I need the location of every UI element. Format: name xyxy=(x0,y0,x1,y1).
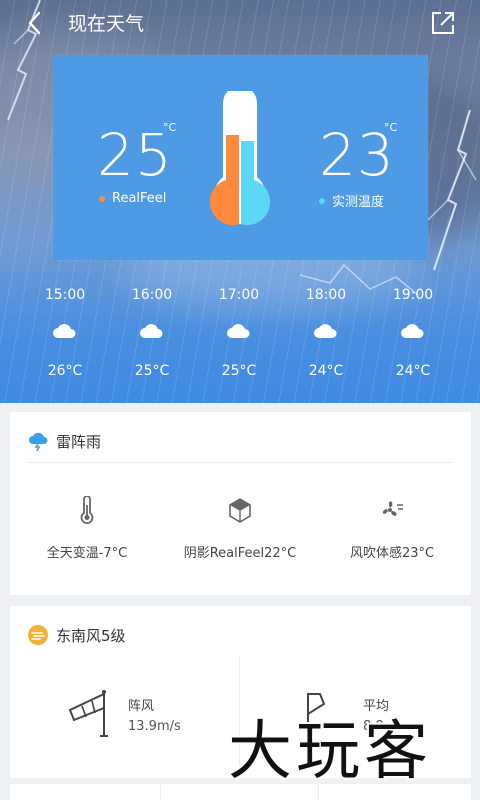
condition-card: 雷阵雨 全天变温-7°C 阴影RealFeel22°C 风吹体感23°C xyxy=(10,412,471,595)
external-share-icon[interactable] xyxy=(430,10,456,36)
thermometer-icon xyxy=(80,495,94,524)
wind-title: 东南风5级 xyxy=(56,626,126,645)
stat-temp-change: 全天变温-7°C xyxy=(12,495,162,561)
hour-time: 17:00 xyxy=(218,287,260,303)
stat-wind-chill: 风吹体感23°C xyxy=(317,496,467,561)
wind-header: 东南风5级 xyxy=(28,624,126,646)
condition-header: 雷阵雨 xyxy=(28,430,101,452)
fan-icon xyxy=(382,501,403,516)
stat-label: 风吹体感23°C xyxy=(349,546,435,561)
hourly-item: 15:00 26°C xyxy=(25,285,105,379)
realfeel-unit: °C xyxy=(163,121,177,134)
hourly-forecast: 15:00 26°C 16:00 25°C 17:00 25°C 18:00 2… xyxy=(0,285,480,385)
hourly-item: 18:00 24°C xyxy=(286,285,366,379)
gust-value: 13.9m/s xyxy=(128,719,181,734)
thunderstorm-icon xyxy=(29,432,48,451)
realfeel-label: RealFeel xyxy=(112,191,167,206)
actual-dot xyxy=(319,197,325,204)
realfeel-dot xyxy=(99,195,105,202)
chevron-left-icon[interactable] xyxy=(20,8,50,38)
wind-icon xyxy=(28,625,48,645)
actual-unit: °C xyxy=(384,121,398,134)
realfeel-temperature: 25 xyxy=(97,121,173,189)
stat-label: 阴影RealFeel22°C xyxy=(183,546,297,561)
hour-temp: 24°C xyxy=(308,363,344,379)
page-title: 现在天气 xyxy=(68,13,145,35)
hourly-item: 17:00 25°C xyxy=(199,285,279,379)
hour-temp: 25°C xyxy=(134,363,170,379)
temperature-card: 25 °C RealFeel 23 °C 实测温度 xyxy=(53,55,428,260)
divider xyxy=(28,462,453,463)
gust-label: 阵风 xyxy=(128,699,155,714)
hourly-item: 16:00 25°C xyxy=(112,285,192,379)
cloud-icon xyxy=(314,324,337,338)
top-bar: 现在天气 xyxy=(0,0,480,46)
thermometer-graphic xyxy=(209,91,271,226)
stat-shade-realfeel: 阴影RealFeel22°C xyxy=(165,496,315,561)
cloud-icon xyxy=(140,324,163,338)
condition-title: 雷阵雨 xyxy=(56,432,102,451)
hour-time: 15:00 xyxy=(44,287,86,303)
shade-box-icon xyxy=(229,498,251,523)
actual-label: 实测温度 xyxy=(332,195,385,210)
hour-time: 19:00 xyxy=(392,287,434,303)
hour-time: 16:00 xyxy=(131,287,173,303)
stat-label: 全天变温-7°C xyxy=(46,546,128,561)
watermark-text: 大玩客 xyxy=(228,715,432,789)
hour-time: 18:00 xyxy=(305,287,347,303)
cloud-icon xyxy=(53,324,76,338)
hour-temp: 25°C xyxy=(221,363,257,379)
windsock-icon xyxy=(68,690,108,737)
cloud-icon xyxy=(227,324,250,338)
hour-temp: 24°C xyxy=(395,363,431,379)
cloud-icon xyxy=(401,324,424,338)
hourly-item: 19:00 24°C xyxy=(373,285,453,379)
hour-temp: 26°C xyxy=(47,363,83,379)
lightning-right-icon xyxy=(427,110,477,271)
weather-hero: 现在天气 25 °C RealFeel 23 °C 实测温度 15:00 26°… xyxy=(0,0,480,403)
actual-legend: 实测温度 xyxy=(319,191,384,210)
realfeel-legend: RealFeel xyxy=(99,191,166,206)
